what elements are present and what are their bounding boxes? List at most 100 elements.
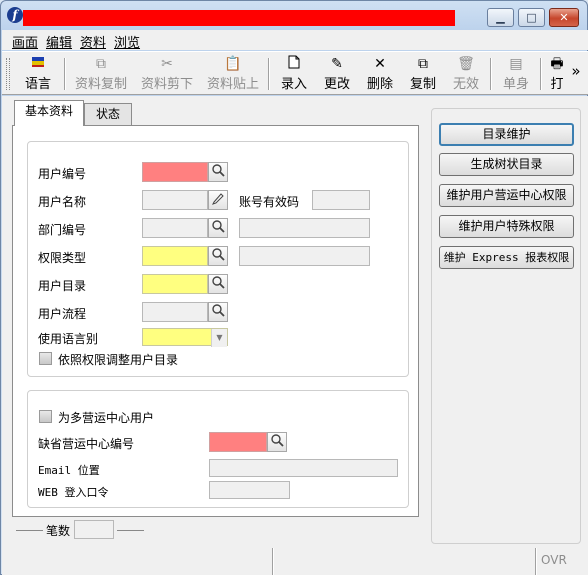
status-divider bbox=[16, 530, 43, 531]
user-directory-lookup-button[interactable] bbox=[208, 274, 228, 294]
magnifier-icon bbox=[212, 276, 225, 289]
default-center-lookup-button[interactable] bbox=[267, 432, 287, 452]
pencil-icon: ✎ bbox=[331, 56, 343, 72]
copy-data-button[interactable]: ⧉ 资料复制 bbox=[70, 55, 132, 93]
magnifier-icon bbox=[212, 164, 225, 177]
cut-data-button-label: 资料剪下 bbox=[140, 77, 193, 92]
department-input[interactable] bbox=[142, 218, 208, 238]
print-button-label: 打 bbox=[550, 77, 564, 92]
insert-button-label: 录入 bbox=[280, 77, 307, 92]
department-lookup-button[interactable] bbox=[208, 218, 228, 238]
toolbar-separator bbox=[64, 58, 66, 90]
toolbar-separator bbox=[268, 58, 270, 90]
scissors-icon: ✂ bbox=[161, 56, 173, 72]
duplicate-icon: ⧉ bbox=[418, 56, 428, 72]
menu-screen[interactable]: 画面 bbox=[12, 32, 38, 51]
magnifier-icon bbox=[212, 304, 225, 317]
flag-icon bbox=[16, 55, 60, 73]
minimize-button[interactable]: ▁ bbox=[487, 8, 514, 27]
permission-type-input[interactable] bbox=[142, 246, 208, 266]
user-flow-lookup-button[interactable] bbox=[208, 302, 228, 322]
magnifier-icon bbox=[212, 220, 225, 233]
modify-button[interactable]: ✎ 更改 bbox=[317, 55, 357, 93]
user-flow-label: 用户流程 bbox=[38, 307, 87, 321]
adjust-by-permission-checkbox[interactable] bbox=[39, 352, 52, 365]
generate-tree-button[interactable]: 生成树状目录 bbox=[439, 153, 574, 176]
user-name-edit-button[interactable] bbox=[208, 190, 228, 210]
email-input[interactable] bbox=[209, 459, 398, 477]
menu-bar: 画面 编辑 资料 浏览 bbox=[2, 30, 588, 51]
permission-type-description bbox=[239, 246, 370, 266]
status-bar: 笔数 OVR bbox=[2, 520, 588, 575]
title-bar[interactable]: f ▁ □ ✕ bbox=[1, 1, 587, 29]
paste-icon: 📋 bbox=[224, 56, 242, 72]
tab-status[interactable]: 状态 bbox=[84, 103, 132, 125]
email-label: Email 位置 bbox=[38, 464, 100, 477]
toolbar: 语言 ⧉ 资料复制 ✂ 资料剪下 📋 资料贴上 录入 ✎ 更改 ✕ 删除 ⧉ 复… bbox=[2, 51, 588, 95]
magnifier-icon bbox=[271, 434, 284, 447]
center-permission-button[interactable]: 维护用户营运中心权限 bbox=[439, 184, 574, 207]
user-directory-input[interactable] bbox=[142, 274, 208, 294]
new-document-icon bbox=[274, 55, 314, 73]
detail-icon: ▤ bbox=[509, 56, 523, 72]
department-label: 部门编号 bbox=[38, 223, 87, 237]
user-id-input[interactable] bbox=[142, 162, 208, 182]
express-report-permission-button[interactable]: 维护 Express 报表权限 bbox=[439, 246, 574, 269]
app-logo-icon: f bbox=[7, 7, 23, 23]
copy-data-button-label: 资料复制 bbox=[74, 77, 127, 92]
status-separator bbox=[272, 548, 274, 575]
invalidate-button[interactable]: 🗑 无效 bbox=[446, 55, 486, 93]
duplicate-button[interactable]: ⧉ 复制 bbox=[403, 55, 443, 93]
user-flow-input[interactable] bbox=[142, 302, 208, 322]
multi-center-user-label: 为多营运中心用户 bbox=[58, 411, 155, 425]
language-button[interactable]: 语言 bbox=[16, 55, 60, 93]
insert-button[interactable]: 录入 bbox=[274, 55, 314, 93]
close-button[interactable]: ✕ bbox=[549, 8, 579, 27]
account-valid-input[interactable] bbox=[312, 190, 370, 210]
multi-center-user-checkbox[interactable] bbox=[39, 410, 52, 423]
print-button[interactable]: 🖶 打 bbox=[546, 55, 568, 93]
record-count-value bbox=[74, 520, 114, 539]
delete-button[interactable]: ✕ 删除 bbox=[360, 55, 400, 93]
magnifier-icon bbox=[212, 248, 225, 261]
user-id-lookup-button[interactable] bbox=[208, 162, 228, 182]
language-label: 使用语言别 bbox=[38, 332, 99, 346]
web-password-input[interactable] bbox=[209, 481, 290, 499]
overwrite-mode-indicator: OVR bbox=[541, 553, 567, 567]
tab-basic-info[interactable]: 基本资料 bbox=[14, 100, 84, 126]
trash-icon: 🗑 bbox=[457, 56, 475, 72]
toolbar-separator bbox=[490, 58, 492, 90]
paste-data-button-label: 资料贴上 bbox=[206, 77, 259, 92]
department-description bbox=[239, 218, 370, 238]
directory-maintenance-button[interactable]: 目录维护 bbox=[439, 123, 574, 146]
default-center-label: 缺省营运中心编号 bbox=[38, 437, 135, 451]
delete-button-label: 删除 bbox=[366, 77, 393, 92]
main-window: f ▁ □ ✕ 画面 编辑 资料 浏览 语言 ⧉ 资料复制 ✂ 资料剪下 📋 资 bbox=[0, 0, 588, 575]
special-permission-button[interactable]: 维护用户特殊权限 bbox=[439, 215, 574, 238]
basic-info-panel: 用户编号 用户名称 账号有效码 部门编号 权限类型 用户目录 用户流程 使用语言… bbox=[12, 125, 419, 517]
copy-icon: ⧉ bbox=[96, 56, 106, 72]
invalidate-button-label: 无效 bbox=[452, 77, 479, 92]
adjust-by-permission-label: 依照权限调整用户目录 bbox=[58, 353, 179, 367]
toolbar-overflow-button[interactable]: » bbox=[568, 62, 584, 100]
cut-data-button[interactable]: ✂ 资料剪下 bbox=[136, 55, 198, 93]
user-name-input[interactable] bbox=[142, 190, 208, 210]
permission-type-label: 权限类型 bbox=[38, 251, 87, 265]
permission-type-lookup-button[interactable] bbox=[208, 246, 228, 266]
menu-browse[interactable]: 浏览 bbox=[114, 32, 140, 51]
status-separator bbox=[535, 548, 537, 575]
default-center-input[interactable] bbox=[209, 432, 267, 452]
duplicate-button-label: 复制 bbox=[409, 77, 436, 92]
account-valid-label: 账号有效码 bbox=[239, 195, 300, 209]
language-select[interactable]: ▼ bbox=[142, 328, 228, 347]
toolbar-grip[interactable] bbox=[6, 58, 10, 90]
menu-edit[interactable]: 编辑 bbox=[46, 32, 72, 51]
actions-panel: 目录维护 生成树状目录 维护用户营运中心权限 维护用户特殊权限 维护 Expre… bbox=[431, 108, 581, 544]
detail-button[interactable]: ▤ 单身 bbox=[496, 55, 536, 93]
user-name-label: 用户名称 bbox=[38, 195, 87, 209]
paste-data-button[interactable]: 📋 资料贴上 bbox=[202, 55, 264, 93]
pencil-icon bbox=[212, 193, 224, 205]
detail-button-label: 单身 bbox=[502, 77, 529, 92]
menu-data[interactable]: 资料 bbox=[80, 32, 106, 51]
maximize-button[interactable]: □ bbox=[518, 8, 545, 27]
